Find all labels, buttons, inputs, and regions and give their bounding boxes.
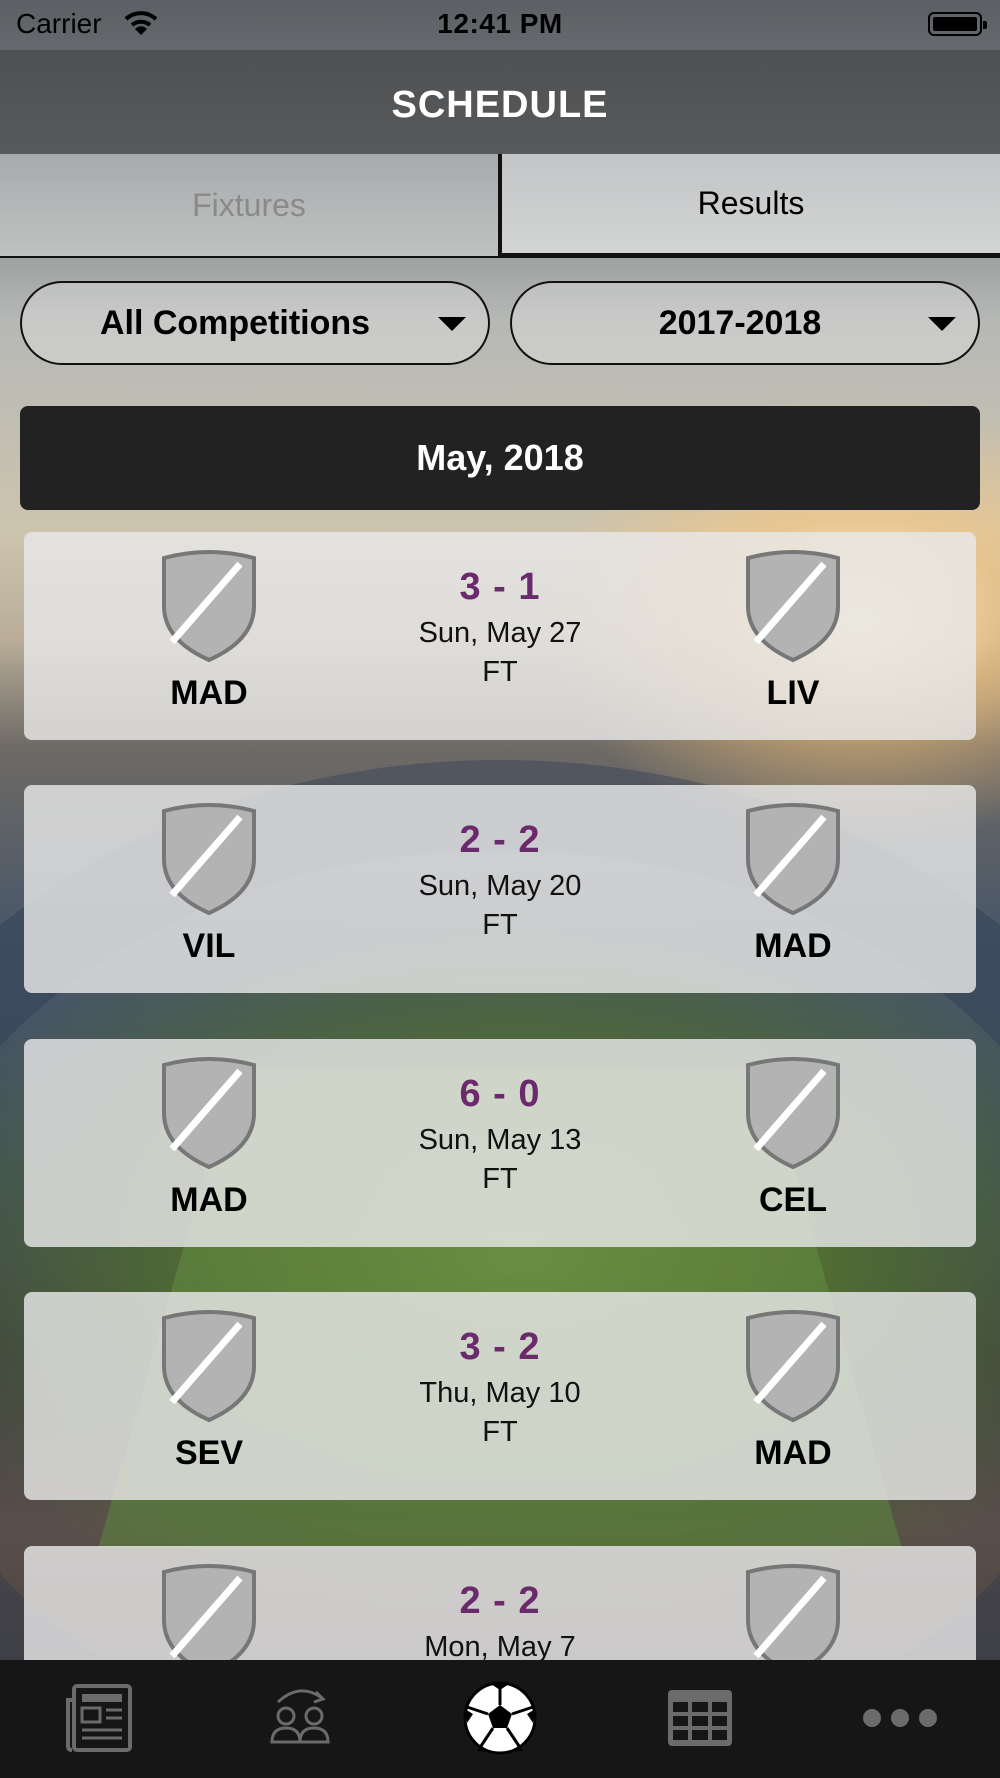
match-info: 6 - 0 Sun, May 13 FT [350,1073,650,1196]
tab-standings[interactable] [660,1678,740,1758]
segmented-control: Fixtures Results [0,154,1000,260]
home-team-abbr: VIL [99,927,319,966]
away-team-abbr: CEL [683,1181,903,1220]
table-grid-icon [662,1680,738,1756]
match-card[interactable]: MAD 6 - 0 Sun, May 13 FT CEL [24,1039,976,1247]
match-status: FT [350,1163,650,1196]
away-team-abbr: MAD [683,1434,903,1473]
match-status: FT [350,656,650,689]
tab-results[interactable]: Results [498,154,1000,258]
home-team-abbr: MAD [99,674,319,713]
home-team-crest-icon [154,1310,264,1424]
caret-down-icon [928,317,956,331]
battery-icon [928,12,982,36]
match-date: Thu, May 10 [350,1377,650,1410]
home-team-crest-icon [154,550,264,664]
away-team-crest-icon [738,550,848,664]
status-bar: Carrier 12:41 PM [0,0,1000,50]
match-info: 3 - 2 Thu, May 10 FT [350,1326,650,1449]
schedule-screen: Carrier 12:41 PM SCHEDULE Fixtures Resul… [0,0,1000,1778]
page-title: SCHEDULE [0,84,1000,127]
season-dropdown-value: 2017-2018 [659,304,822,343]
news-icon [62,1680,138,1756]
soccer-ball-icon [461,1679,539,1757]
away-team-abbr: LIV [683,674,903,713]
match-date: Sun, May 13 [350,1124,650,1157]
tab-bar [0,1660,1000,1778]
match-date: Sun, May 27 [350,617,650,650]
away-team-abbr: MAD [683,927,903,966]
match-date: Sun, May 20 [350,870,650,903]
home-team-crest-icon [154,1057,264,1171]
competition-dropdown[interactable]: All Competitions [20,281,490,365]
match-score: 3 - 1 [350,566,650,609]
match-status: FT [350,1416,650,1449]
match-info: 3 - 1 Sun, May 27 FT [350,566,650,689]
clock: 12:41 PM [0,8,1000,40]
navigation-bar: SCHEDULE [0,50,1000,154]
match-status: FT [350,909,650,942]
match-card[interactable]: MAD 3 - 1 Sun, May 27 FT LIV [24,532,976,740]
tab-fixtures[interactable]: Fixtures [0,154,498,258]
match-info: 2 - 2 Sun, May 20 FT [350,819,650,942]
caret-down-icon [438,317,466,331]
match-score: 6 - 0 [350,1073,650,1116]
away-team-crest-icon [738,1310,848,1424]
match-score: 2 - 2 [350,1580,650,1623]
match-score: 2 - 2 [350,819,650,862]
tab-transfers[interactable] [260,1678,340,1758]
season-dropdown[interactable]: 2017-2018 [510,281,980,365]
tab-schedule[interactable] [460,1678,540,1758]
match-card[interactable]: VIL 2 - 2 Sun, May 20 FT MAD [24,785,976,993]
home-team-abbr: MAD [99,1181,319,1220]
match-card[interactable]: SEV 3 - 2 Thu, May 10 FT MAD [24,1292,976,1500]
away-team-crest-icon [738,1057,848,1171]
match-info: 2 - 2 Mon, May 7 [350,1580,650,1670]
tab-more[interactable] [860,1678,940,1758]
transfers-icon [262,1680,338,1756]
home-team-crest-icon [154,803,264,917]
competition-dropdown-value: All Competitions [100,304,370,343]
more-dots-icon [860,1698,940,1738]
home-team-abbr: SEV [99,1434,319,1473]
match-score: 3 - 2 [350,1326,650,1369]
away-team-crest-icon [738,803,848,917]
month-section-header: May, 2018 [20,406,980,510]
tab-news[interactable] [60,1678,140,1758]
